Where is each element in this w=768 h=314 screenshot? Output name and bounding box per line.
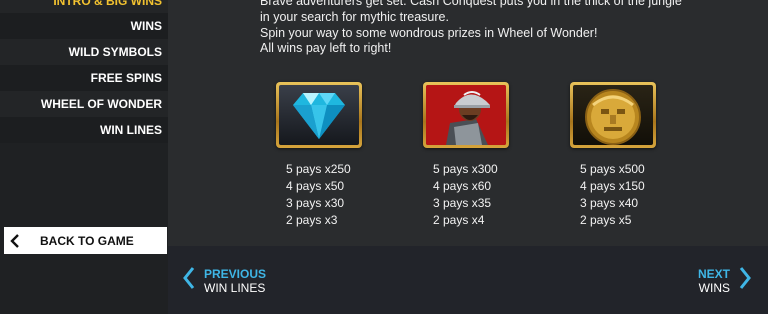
pay-row: 2 pays x4 — [433, 213, 485, 227]
pay-row: 2 pays x3 — [286, 213, 338, 227]
sidebar-item-wild-symbols[interactable]: WILD SYMBOLS — [0, 39, 168, 65]
pays-list: 5 pays x300 4 pays x60 3 pays x35 2 pays… — [433, 161, 533, 229]
sidebar-item-wins[interactable]: WINS — [0, 13, 168, 39]
sidebar-menu: INTRO & BIG WINS WINS WILD SYMBOLS FREE … — [0, 0, 168, 143]
intro-line: All wins pay left to right! — [260, 41, 392, 56]
back-to-game-button[interactable]: BACK TO GAME — [4, 227, 167, 254]
pay-row: 4 pays x50 — [286, 179, 345, 193]
intro-text: Brave adventurers get set. Cash Conquest… — [260, 0, 682, 57]
pay-row: 5 pays x300 — [433, 162, 498, 176]
intro-line: Brave adventurers get set. Cash Conquest… — [260, 0, 682, 8]
pay-row: 3 pays x30 — [286, 196, 345, 210]
symbol-card-conquistador: 5 pays x300 4 pays x60 3 pays x35 2 pays… — [423, 82, 533, 229]
sidebar: INTRO & BIG WINS WINS WILD SYMBOLS FREE … — [0, 0, 168, 314]
previous-page-name: WIN LINES — [204, 280, 266, 295]
intro-line: in your search for mythic treasure. — [260, 9, 449, 24]
pay-row: 5 pays x500 — [580, 162, 645, 176]
symbol-tile — [423, 82, 509, 148]
symbol-card-diamond: 5 pays x250 4 pays x50 3 pays x30 2 pays… — [276, 82, 386, 229]
chevron-right-icon — [738, 266, 752, 295]
gold-mask-icon — [573, 85, 653, 145]
next-page-button[interactable]: NEXT WINS — [698, 266, 752, 295]
symbol-tile — [276, 82, 362, 148]
previous-label: PREVIOUS — [204, 266, 267, 281]
next-label: NEXT — [697, 266, 730, 281]
previous-page-button[interactable]: PREVIOUS WIN LINES — [182, 266, 266, 295]
sidebar-item-free-spins[interactable]: FREE SPINS — [0, 65, 168, 91]
conquistador-icon — [426, 85, 506, 145]
pay-row: 3 pays x40 — [580, 196, 639, 210]
symbol-tile — [570, 82, 656, 148]
pay-row: 5 pays x250 — [286, 162, 351, 176]
symbol-card-gold-mask: 5 pays x500 4 pays x150 3 pays x40 2 pay… — [570, 82, 680, 229]
back-to-game-label: BACK TO GAME — [40, 233, 134, 248]
pay-row: 4 pays x60 — [433, 179, 492, 193]
pay-row: 3 pays x35 — [433, 196, 492, 210]
intro-line: Spin your way to some wondrous prizes in… — [260, 25, 598, 40]
sidebar-item-wheel-of-wonder[interactable]: WHEEL OF WONDER — [0, 91, 168, 117]
sidebar-item-intro-big-wins[interactable]: INTRO & BIG WINS — [0, 0, 168, 13]
sidebar-item-win-lines[interactable]: WIN LINES — [0, 117, 168, 143]
pays-list: 5 pays x250 4 pays x50 3 pays x30 2 pays… — [286, 161, 386, 229]
chevron-left-icon — [182, 266, 196, 295]
diamond-icon — [279, 85, 359, 145]
footer-nav: PREVIOUS WIN LINES NEXT WINS — [168, 246, 768, 314]
chevron-left-icon — [4, 233, 26, 248]
pay-row: 4 pays x150 — [580, 179, 645, 193]
next-page-name: WINS — [698, 280, 730, 295]
pay-row: 2 pays x5 — [580, 213, 632, 227]
pays-list: 5 pays x500 4 pays x150 3 pays x40 2 pay… — [580, 161, 680, 229]
